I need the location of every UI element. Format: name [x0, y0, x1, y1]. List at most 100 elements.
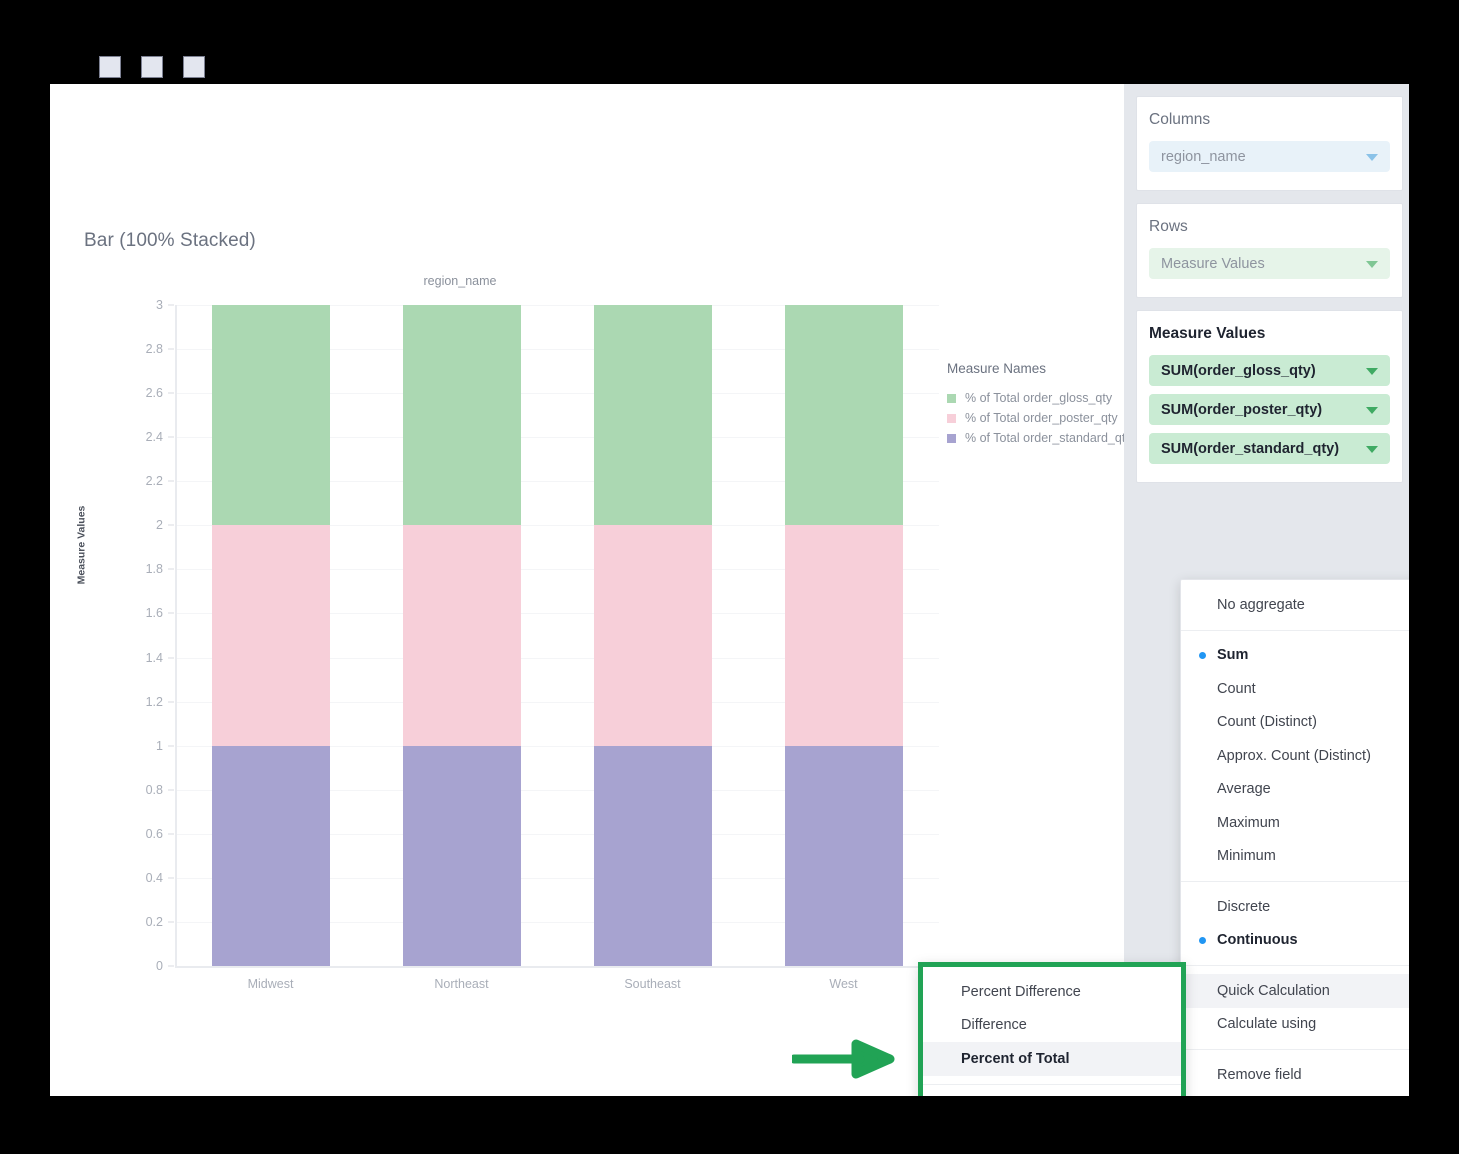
menu-item-quick-calculation[interactable]: Quick Calculation — [1181, 974, 1409, 1008]
x-tick-label: West — [748, 977, 939, 991]
menu-item-label: Continuous — [1217, 932, 1298, 948]
y-axis-line — [175, 305, 177, 966]
y-tick-label: 1.4 — [146, 651, 163, 665]
x-axis-line — [175, 966, 939, 968]
legend-label: % of Total order_poster_qty — [965, 411, 1118, 425]
chevron-down-icon[interactable] — [1366, 154, 1378, 161]
selected-radio-icon — [1199, 652, 1206, 659]
y-tick-mark — [168, 393, 174, 394]
menu-item-no-aggregate[interactable]: No aggregate — [1181, 588, 1409, 622]
bar-segment[interactable] — [212, 305, 330, 525]
y-tick-label: 2.4 — [146, 430, 163, 444]
menu-item-minimum[interactable]: Minimum — [1181, 840, 1409, 874]
bar-segment[interactable] — [403, 746, 521, 966]
measure-values-title: Measure Values — [1149, 325, 1390, 343]
y-tick-label: 2.6 — [146, 386, 163, 400]
menu-item-label: Maximum — [1217, 815, 1280, 831]
menu-item-label: Approx. Count (Distinct) — [1217, 748, 1371, 764]
menu-item-percent-difference[interactable]: Percent Difference — [923, 975, 1181, 1009]
rows-shelf-title: Rows — [1149, 218, 1390, 236]
measure-values-card: Measure Values SUM(order_gloss_qty)SUM(o… — [1136, 310, 1403, 483]
pill-sum-order-standard-qty[interactable]: SUM(order_standard_qty) — [1149, 433, 1390, 464]
pill-region-name[interactable]: region_name — [1149, 141, 1390, 172]
menu-item-label: Percent Difference — [961, 984, 1081, 1000]
menu-item-remove-field[interactable]: Remove field — [1181, 1058, 1409, 1092]
bar-stack[interactable] — [212, 305, 330, 966]
menu-item-sum[interactable]: Sum — [1181, 639, 1409, 673]
menu-item-clear-calculation[interactable]: Clear calculation — [923, 1093, 1181, 1097]
menu-item-label: Difference — [961, 1017, 1027, 1033]
chevron-down-icon[interactable] — [1366, 446, 1378, 453]
bar-segment[interactable] — [212, 746, 330, 966]
chevron-down-icon[interactable] — [1366, 368, 1378, 375]
submenu-calculation-items: Percent Difference Difference Percent of T… — [923, 967, 1181, 1084]
bar-segment[interactable] — [403, 525, 521, 745]
legend-entry[interactable]: % of Total order_standard_qty — [947, 428, 1147, 448]
menu-item-average[interactable]: Average — [1181, 773, 1409, 807]
menu-item-continuous[interactable]: Continuous — [1181, 924, 1409, 958]
y-tick-mark — [168, 437, 174, 438]
legend-entry[interactable]: % of Total order_poster_qty — [947, 408, 1147, 428]
menu-item-approx-count-distinct[interactable]: Approx. Count (Distinct) — [1181, 739, 1409, 773]
bar-stack[interactable] — [785, 305, 903, 966]
y-tick-label: 0.4 — [146, 871, 163, 885]
menu-item-count[interactable]: Count — [1181, 672, 1409, 706]
menu-item-label: Calculate using — [1217, 1016, 1316, 1032]
pill-label: SUM(order_poster_qty) — [1161, 402, 1322, 418]
bar-segment[interactable] — [403, 305, 521, 525]
y-tick-mark — [168, 305, 174, 306]
bar-segment[interactable] — [594, 305, 712, 525]
y-tick-label: 1.2 — [146, 695, 163, 709]
menu-item-discrete[interactable]: Discrete — [1181, 890, 1409, 924]
legend-title: Measure Names — [947, 361, 1147, 376]
window-button-2[interactable] — [141, 56, 163, 78]
bar-stack[interactable] — [594, 305, 712, 966]
y-tick-label: 2 — [156, 518, 163, 532]
columns-shelf-card: Columns region_name — [1136, 96, 1403, 191]
y-tick-mark — [168, 789, 174, 790]
y-axis-title: Measure Values — [75, 506, 87, 585]
y-tick-label: 3 — [156, 298, 163, 312]
bar-segment[interactable] — [594, 525, 712, 745]
menu-item-label: Count (Distinct) — [1217, 714, 1317, 730]
legend-entry[interactable]: % of Total order_gloss_qty — [947, 388, 1147, 408]
window-button-1[interactable] — [99, 56, 121, 78]
chevron-down-icon[interactable] — [1366, 261, 1378, 268]
bar-segment[interactable] — [785, 525, 903, 745]
menu-item-label: Quick Calculation — [1217, 983, 1330, 999]
menu-item-difference[interactable]: Difference — [923, 1009, 1181, 1043]
menu-section-aggregates: SumCount Count (Distinct) Approx. Count (D… — [1181, 630, 1409, 882]
y-tick-mark — [168, 921, 174, 922]
bar-stack[interactable] — [403, 305, 521, 966]
legend-swatch — [947, 414, 956, 423]
field-context-menu: No aggregate SumCount Count (Distinct) App… — [1180, 579, 1409, 1096]
menu-section-calculations: Quick Calculation Calculate using — [1181, 965, 1409, 1049]
pill-sum-order-gloss-qty[interactable]: SUM(order_gloss_qty) — [1149, 355, 1390, 386]
bar-segment[interactable] — [785, 746, 903, 966]
quick-calculation-submenu: Percent Difference Difference Percent of T… — [918, 962, 1186, 1096]
menu-item-count-distinct[interactable]: Count (Distinct) — [1181, 706, 1409, 740]
pill-measure-values[interactable]: Measure Values — [1149, 248, 1390, 279]
bar-segment[interactable] — [785, 305, 903, 525]
bar-segment[interactable] — [594, 746, 712, 966]
x-tick-label: Northeast — [366, 977, 557, 991]
bar-segment[interactable] — [212, 525, 330, 745]
measure-values-pill-list: SUM(order_gloss_qty) SUM(order_poster_qty… — [1149, 355, 1390, 464]
menu-item-calculate-using[interactable]: Calculate using — [1181, 1008, 1409, 1042]
pill-label: SUM(order_standard_qty) — [1161, 441, 1339, 457]
y-tick-mark — [168, 569, 174, 570]
y-tick-label: 0.2 — [146, 915, 163, 929]
menu-section-field-type: Discrete Continuous — [1181, 881, 1409, 965]
y-tick-label: 2.8 — [146, 342, 163, 356]
legend-label: % of Total order_gloss_qty — [965, 391, 1112, 405]
chart-legend: Measure Names % of Total order_gloss_qty… — [947, 361, 1147, 448]
legend-entries: % of Total order_gloss_qty % of Total ord… — [947, 388, 1147, 448]
y-tick-mark — [168, 657, 174, 658]
y-tick-mark — [168, 701, 174, 702]
application-body: Bar (100% Stacked) region_name Measure V… — [50, 84, 1409, 1096]
chevron-down-icon[interactable] — [1366, 407, 1378, 414]
menu-item-maximum[interactable]: Maximum — [1181, 806, 1409, 840]
pill-sum-order-poster-qty[interactable]: SUM(order_poster_qty) — [1149, 394, 1390, 425]
menu-item-percent-of-total[interactable]: Percent of Total — [923, 1042, 1181, 1076]
window-button-3[interactable] — [183, 56, 205, 78]
